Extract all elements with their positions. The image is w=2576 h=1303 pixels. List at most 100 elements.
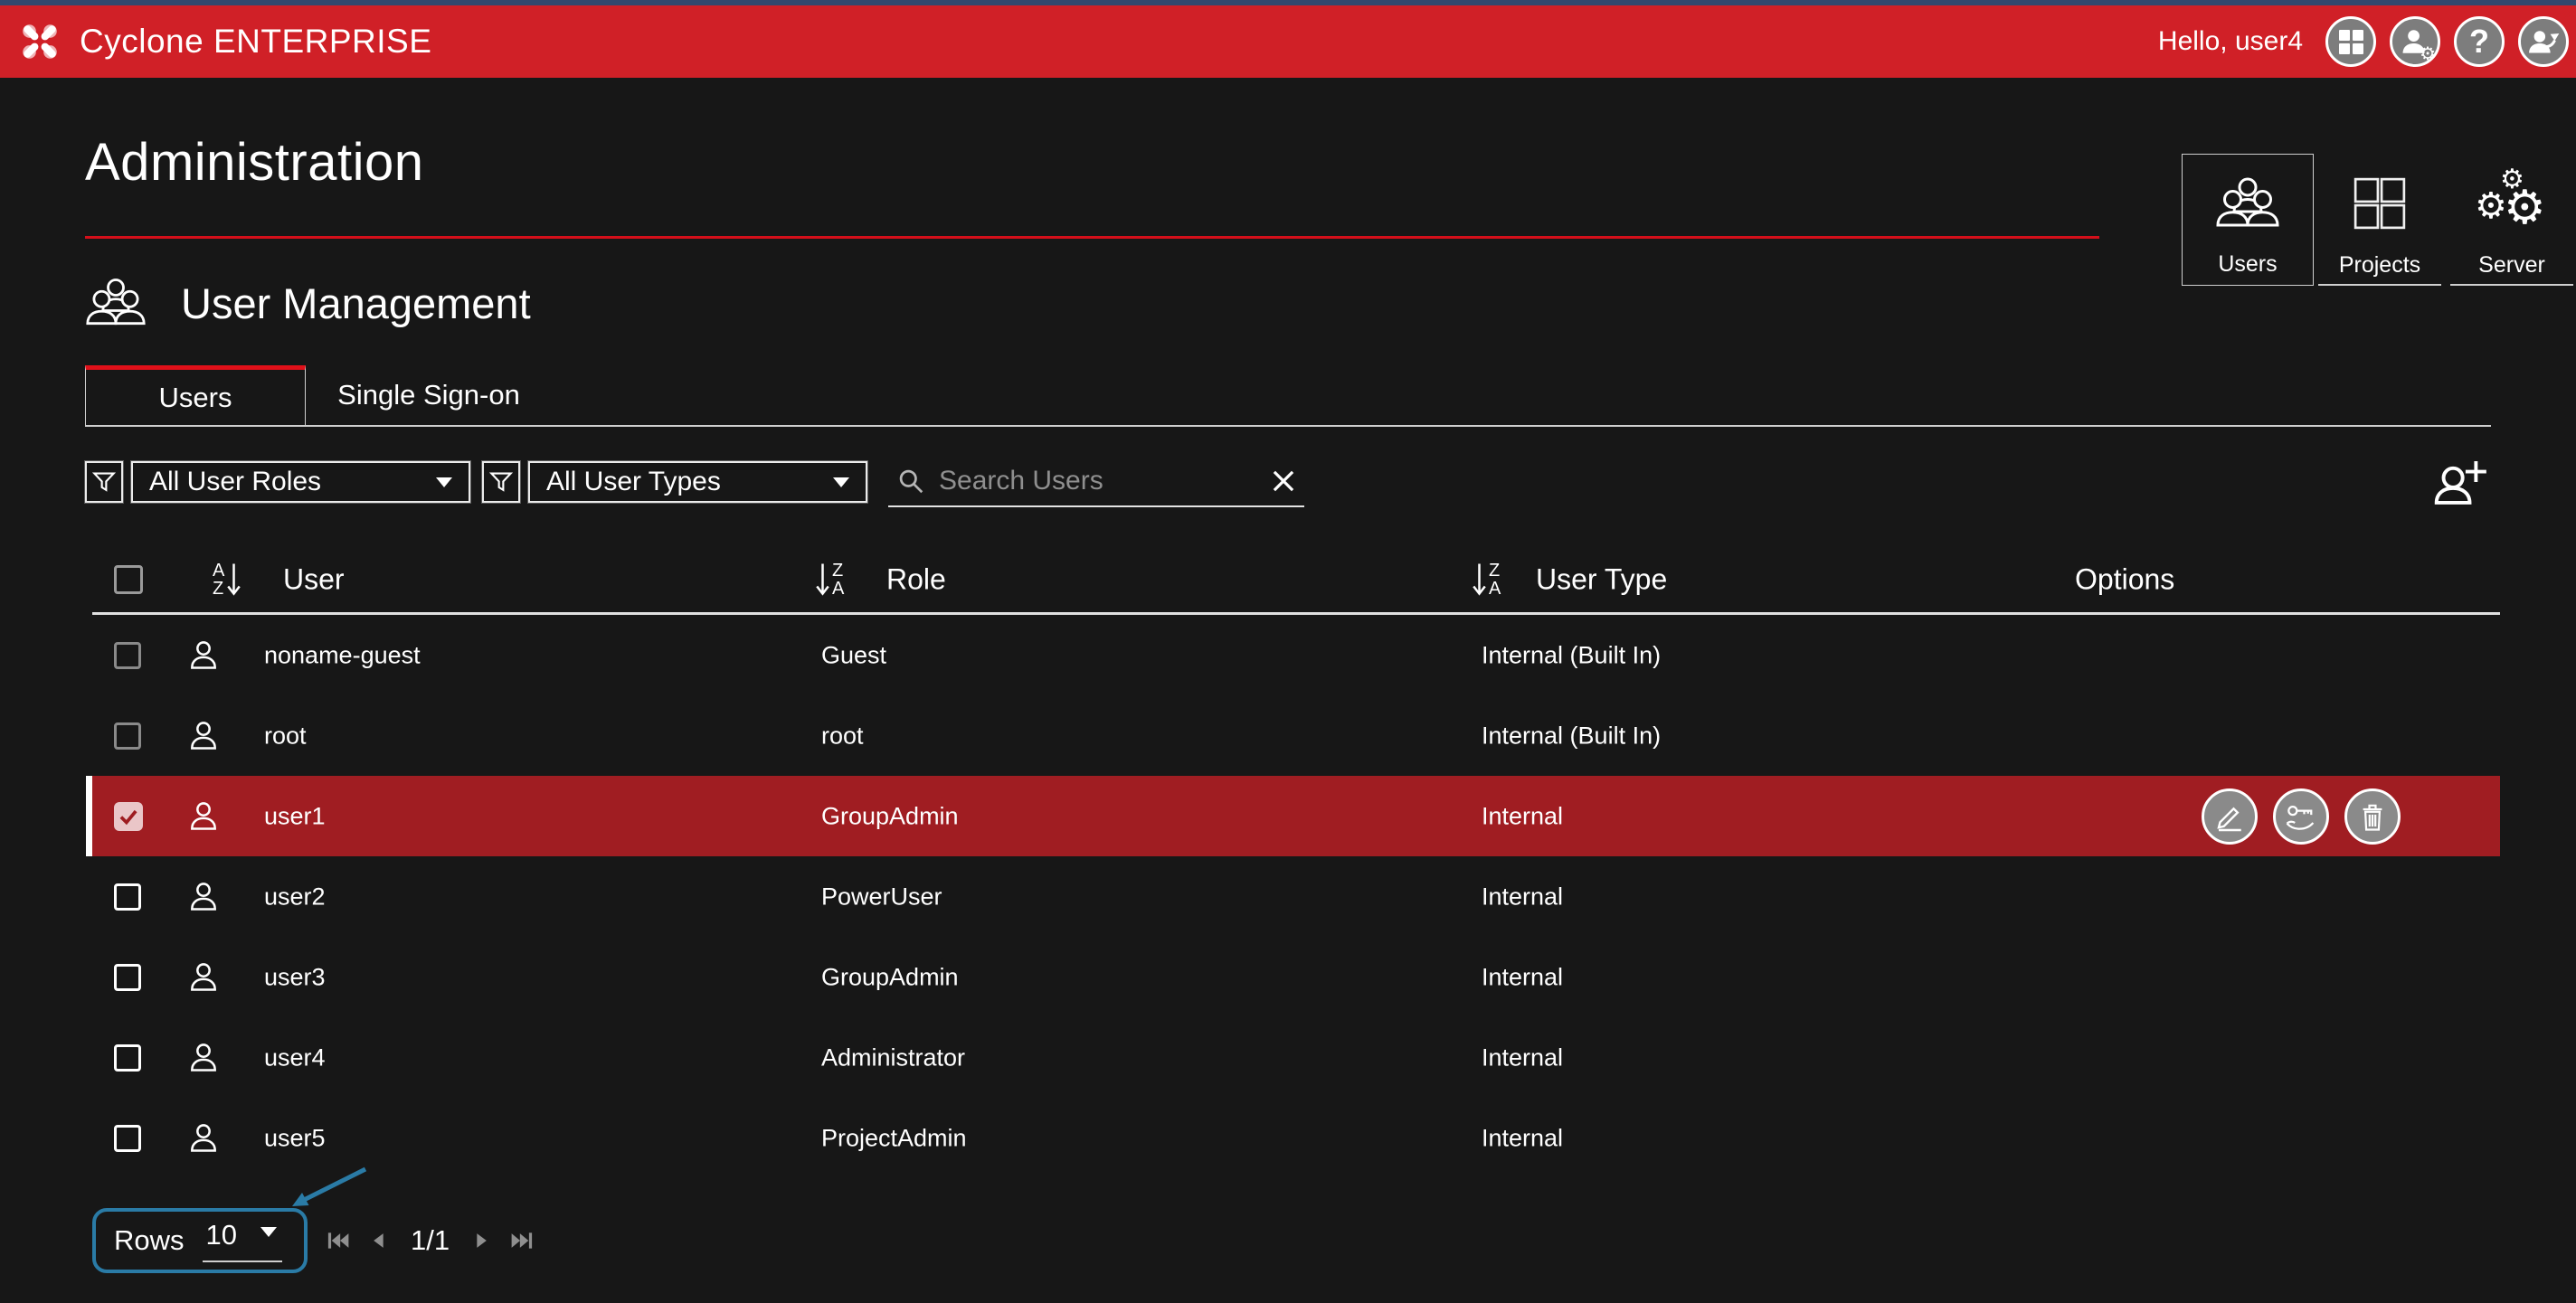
topbar-actions: Hello, user4 ⚙ ? xyxy=(2158,16,2569,67)
user-icon xyxy=(186,1041,221,1075)
cell-user: user5 xyxy=(264,1124,326,1152)
search-users-input[interactable]: Search Users xyxy=(888,457,1304,507)
chevron-down-icon xyxy=(436,477,452,487)
tab-label: Users xyxy=(159,382,232,414)
user-roles-dropdown[interactable]: All User Roles xyxy=(131,461,470,503)
rows-value: 10 xyxy=(203,1219,282,1262)
page-root: Cyclone ENTERPRISE Hello, user4 ⚙ ? xyxy=(0,0,2576,1303)
projects-grid-icon xyxy=(2314,154,2446,252)
cell-user: user3 xyxy=(264,963,326,991)
table-row[interactable]: user4 Administrator Internal xyxy=(92,1017,2500,1098)
sign-out-button[interactable] xyxy=(2518,16,2569,67)
greeting-text: Hello, user4 xyxy=(2158,26,2303,57)
row-checkbox[interactable] xyxy=(114,802,143,831)
cell-user-type: Internal (Built In) xyxy=(1482,641,1661,669)
table-row[interactable]: user1 GroupAdmin Internal xyxy=(92,776,2500,856)
page-indicator: 1/1 xyxy=(411,1224,450,1257)
nav-tile-label: Users xyxy=(2218,251,2277,278)
topbar: Cyclone ENTERPRISE Hello, user4 ⚙ ? xyxy=(0,5,2576,78)
nav-tile-server[interactable]: ⚙⚙⚙ Server xyxy=(2446,154,2576,286)
nav-tile-label: Server xyxy=(2478,252,2545,279)
select-all-checkbox[interactable] xyxy=(114,565,143,594)
cell-user: user4 xyxy=(264,1043,326,1072)
last-page-button[interactable] xyxy=(507,1228,535,1253)
table-row[interactable]: user3 GroupAdmin Internal xyxy=(92,937,2500,1017)
rows-per-page-dropdown[interactable]: Rows 10 xyxy=(92,1208,308,1273)
row-checkbox[interactable] xyxy=(114,883,141,911)
nav-tile-users[interactable]: Users xyxy=(2182,154,2314,286)
row-options xyxy=(2202,788,2401,845)
main-content: Administration xyxy=(0,132,2576,1276)
table-row[interactable]: noname-guest Guest Internal (Built In) xyxy=(92,615,2500,695)
cell-role: root xyxy=(821,722,864,750)
add-user-button[interactable] xyxy=(2431,456,2487,508)
user-roles-dropdown-value: All User Roles xyxy=(149,467,321,497)
cell-role: GroupAdmin xyxy=(821,963,959,991)
cell-user: noname-guest xyxy=(264,641,421,669)
filterbar: All User Roles All User Types xyxy=(85,456,2491,508)
user-icon xyxy=(186,719,221,753)
edit-user-button[interactable] xyxy=(2202,788,2258,845)
table-row[interactable]: user2 PowerUser Internal xyxy=(92,856,2500,937)
cell-user-type: Internal xyxy=(1482,1043,1563,1072)
cell-user-type: Internal (Built In) xyxy=(1482,722,1661,750)
cell-user: user2 xyxy=(264,883,326,911)
user-icon xyxy=(186,799,221,834)
tab-single-sign-on[interactable]: Single Sign-on xyxy=(306,365,552,425)
column-header-options: Options xyxy=(2075,562,2174,596)
previous-page-button[interactable] xyxy=(369,1228,389,1253)
delete-user-button[interactable] xyxy=(2344,788,2401,845)
nav-tile-label: Projects xyxy=(2339,252,2420,279)
pager: 1/1 xyxy=(326,1224,535,1257)
cyclone-logo-icon xyxy=(18,20,62,63)
clear-search-icon[interactable] xyxy=(1272,469,1295,493)
server-gears-icon: ⚙⚙⚙ xyxy=(2446,154,2576,252)
search-placeholder: Search Users xyxy=(939,466,1257,496)
section-header: User Management xyxy=(85,277,2491,329)
users-group-icon xyxy=(2183,155,2313,251)
row-checkbox[interactable] xyxy=(114,642,141,669)
cell-user: root xyxy=(264,722,307,750)
brand: Cyclone ENTERPRISE xyxy=(18,20,431,63)
cell-role: ProjectAdmin xyxy=(821,1124,967,1152)
column-header-user: User xyxy=(283,562,345,596)
nav-tile-projects[interactable]: Projects xyxy=(2314,154,2446,286)
next-page-button[interactable] xyxy=(471,1228,491,1253)
page-title: Administration xyxy=(85,132,2491,193)
apps-grid-icon xyxy=(2339,30,2363,54)
account-settings-button[interactable]: ⚙ xyxy=(2390,16,2440,67)
user-icon xyxy=(186,880,221,914)
users-table: AZ User ZA Role ZA xyxy=(92,546,2500,1178)
tab-users[interactable]: Users xyxy=(85,365,306,425)
table-row[interactable]: root root Internal (Built In) xyxy=(92,695,2500,776)
type-filter-funnel-icon[interactable] xyxy=(482,461,520,503)
cell-user-type: Internal xyxy=(1482,1124,1563,1152)
cell-role: Guest xyxy=(821,641,886,669)
row-checkbox[interactable] xyxy=(114,964,141,991)
row-checkbox[interactable] xyxy=(114,722,141,750)
title-divider xyxy=(85,236,2099,239)
user-management-icon xyxy=(85,277,147,329)
row-checkbox[interactable] xyxy=(114,1125,141,1152)
table-row[interactable]: user5 ProjectAdmin Internal xyxy=(92,1098,2500,1178)
search-icon xyxy=(897,467,924,495)
user-types-dropdown[interactable]: All User Types xyxy=(528,461,867,503)
role-filter-funnel-icon[interactable] xyxy=(85,461,123,503)
sort-user-type-icon[interactable]: ZA xyxy=(1473,559,1501,600)
cell-role: GroupAdmin xyxy=(821,802,959,830)
tab-label: Single Sign-on xyxy=(337,379,520,411)
apps-grid-button[interactable] xyxy=(2325,16,2376,67)
help-button[interactable]: ? xyxy=(2454,16,2505,67)
pagination-bar: Rows 10 xyxy=(92,1205,2491,1276)
user-icon xyxy=(186,638,221,673)
reset-password-button[interactable] xyxy=(2273,788,2329,845)
sort-role-icon[interactable]: ZA xyxy=(816,559,844,600)
sort-user-icon[interactable]: AZ xyxy=(213,559,241,600)
row-checkbox[interactable] xyxy=(114,1044,141,1072)
column-header-user-type: User Type xyxy=(1536,562,1667,596)
first-page-button[interactable] xyxy=(326,1228,353,1253)
help-icon: ? xyxy=(2469,23,2489,61)
cell-role: PowerUser xyxy=(821,883,942,911)
chevron-down-icon xyxy=(833,477,849,487)
cell-user: user1 xyxy=(264,802,326,830)
